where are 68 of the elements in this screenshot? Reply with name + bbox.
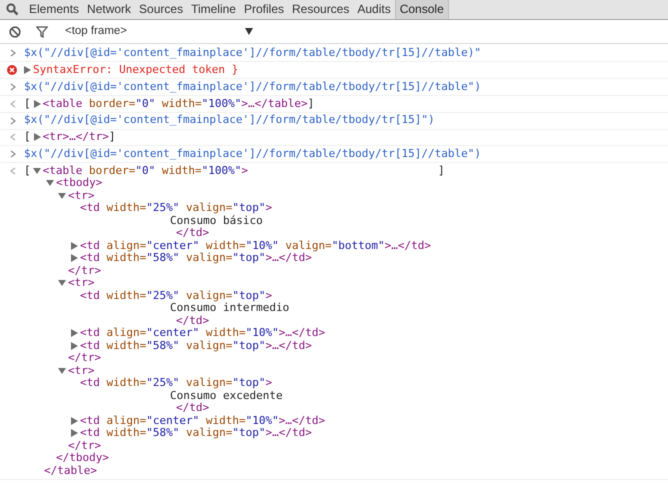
markup-code: <table border="0" width="100%">…</table> <box>42 96 308 112</box>
context-label: <top frame> <box>65 24 128 39</box>
result-icon <box>10 133 16 142</box>
prompt-icon <box>10 150 16 158</box>
expand-triangle-icon[interactable] <box>46 179 54 188</box>
markup-code: </td> <box>176 225 210 240</box>
panel-tab[interactable]: Network <box>83 0 136 19</box>
filter-icon[interactable] <box>36 26 48 38</box>
collapse-triangle-icon[interactable] <box>32 100 41 108</box>
panel-tab[interactable]: Audits <box>353 0 395 19</box>
markup-code: <tr> <box>68 188 94 202</box>
markup-code: <table border="0" width="100%"> <box>42 162 248 178</box>
command-text: $x("//div[@id='content_fmainplace']//form/table/tbody/tr[15]//table") <box>24 146 481 162</box>
collapse-triangle-icon[interactable] <box>70 254 78 262</box>
text-content: Consumo excedente <box>170 388 283 402</box>
context-select[interactable]: <top frame> <box>65 22 253 40</box>
bracket: ] <box>108 129 116 145</box>
bracket: ] <box>308 96 314 112</box>
error-message: SyntaxError: Unexpected token } <box>33 62 238 78</box>
command-text: $x("//div[@id='content_fmainplace']//form/table/tbody/tr[15]") <box>24 112 435 128</box>
markup-code: <tr> <box>68 275 94 290</box>
panel-tab[interactable]: Console <box>394 0 449 19</box>
command-text: $x("//div[@id='content_fmainplace']//form/table/tbody/tr[15]//table") <box>24 78 481 95</box>
panel-tab[interactable]: Sources <box>135 0 188 19</box>
prompt-icon <box>10 116 16 124</box>
collapse-triangle-icon[interactable] <box>70 329 78 338</box>
markup-code: <td align="center" width="10%" valign="bottom">…</td> <box>80 238 432 252</box>
expand-triangle-icon[interactable] <box>58 279 66 288</box>
markup-code: <td align="center" width="10%">…</td> <box>80 412 326 428</box>
collapse-triangle-icon[interactable] <box>70 429 78 438</box>
panel-tab[interactable]: Profiles <box>240 0 288 19</box>
markup-code: <td width="25%" valign="top"> <box>80 375 272 390</box>
markup-code: </tbody> <box>56 450 109 466</box>
panel-tab[interactable]: Resources <box>288 0 354 19</box>
error-icon <box>7 65 17 75</box>
markup-code: <td align="center" width="10%">…</td> <box>80 325 326 340</box>
panel-tab[interactable]: Timeline <box>187 0 240 19</box>
expand-triangle-icon[interactable] <box>58 192 66 200</box>
text-content: Consumo básico <box>170 214 263 228</box>
prompt-icon <box>10 83 16 91</box>
text-content: Consumo intermedio <box>170 301 290 316</box>
collapse-triangle-icon[interactable] <box>23 66 31 74</box>
prompt-icon <box>10 49 16 57</box>
dropdown-icon <box>245 28 253 35</box>
markup-code: </td> <box>176 400 210 416</box>
collapse-triangle-icon[interactable] <box>70 342 78 350</box>
markup-code: <td width="25%" valign="top"> <box>80 288 272 302</box>
collapse-triangle-icon[interactable] <box>32 133 41 142</box>
result-icon <box>10 166 16 175</box>
bracket: [ <box>24 129 31 145</box>
clear-icon[interactable] <box>9 26 21 38</box>
result-icon <box>10 100 16 108</box>
search-icon[interactable] <box>6 3 19 16</box>
markup-code: <tr>…</tr> <box>42 129 109 145</box>
markup-code: </table> <box>44 464 97 478</box>
bracket: ] <box>438 162 445 178</box>
expand-triangle-icon[interactable] <box>58 366 66 375</box>
command-text: $x("//div[@id='content_fmainplace']//form/table/tbody/tr[15]//table)" <box>24 44 481 61</box>
collapse-triangle-icon[interactable] <box>70 416 78 425</box>
bracket: [ <box>24 96 31 112</box>
markup-code: <tbody> <box>56 175 102 191</box>
expand-triangle-icon[interactable] <box>32 166 41 175</box>
collapse-triangle-icon[interactable] <box>70 242 78 250</box>
markup-code: <td width="58%" valign="top">…</td> <box>80 338 312 353</box>
markup-code: <td width="25%" valign="top"> <box>80 200 272 215</box>
markup-code: </td> <box>176 312 210 328</box>
panel-tab[interactable]: Elements <box>25 0 84 19</box>
bracket: [ <box>24 162 31 178</box>
